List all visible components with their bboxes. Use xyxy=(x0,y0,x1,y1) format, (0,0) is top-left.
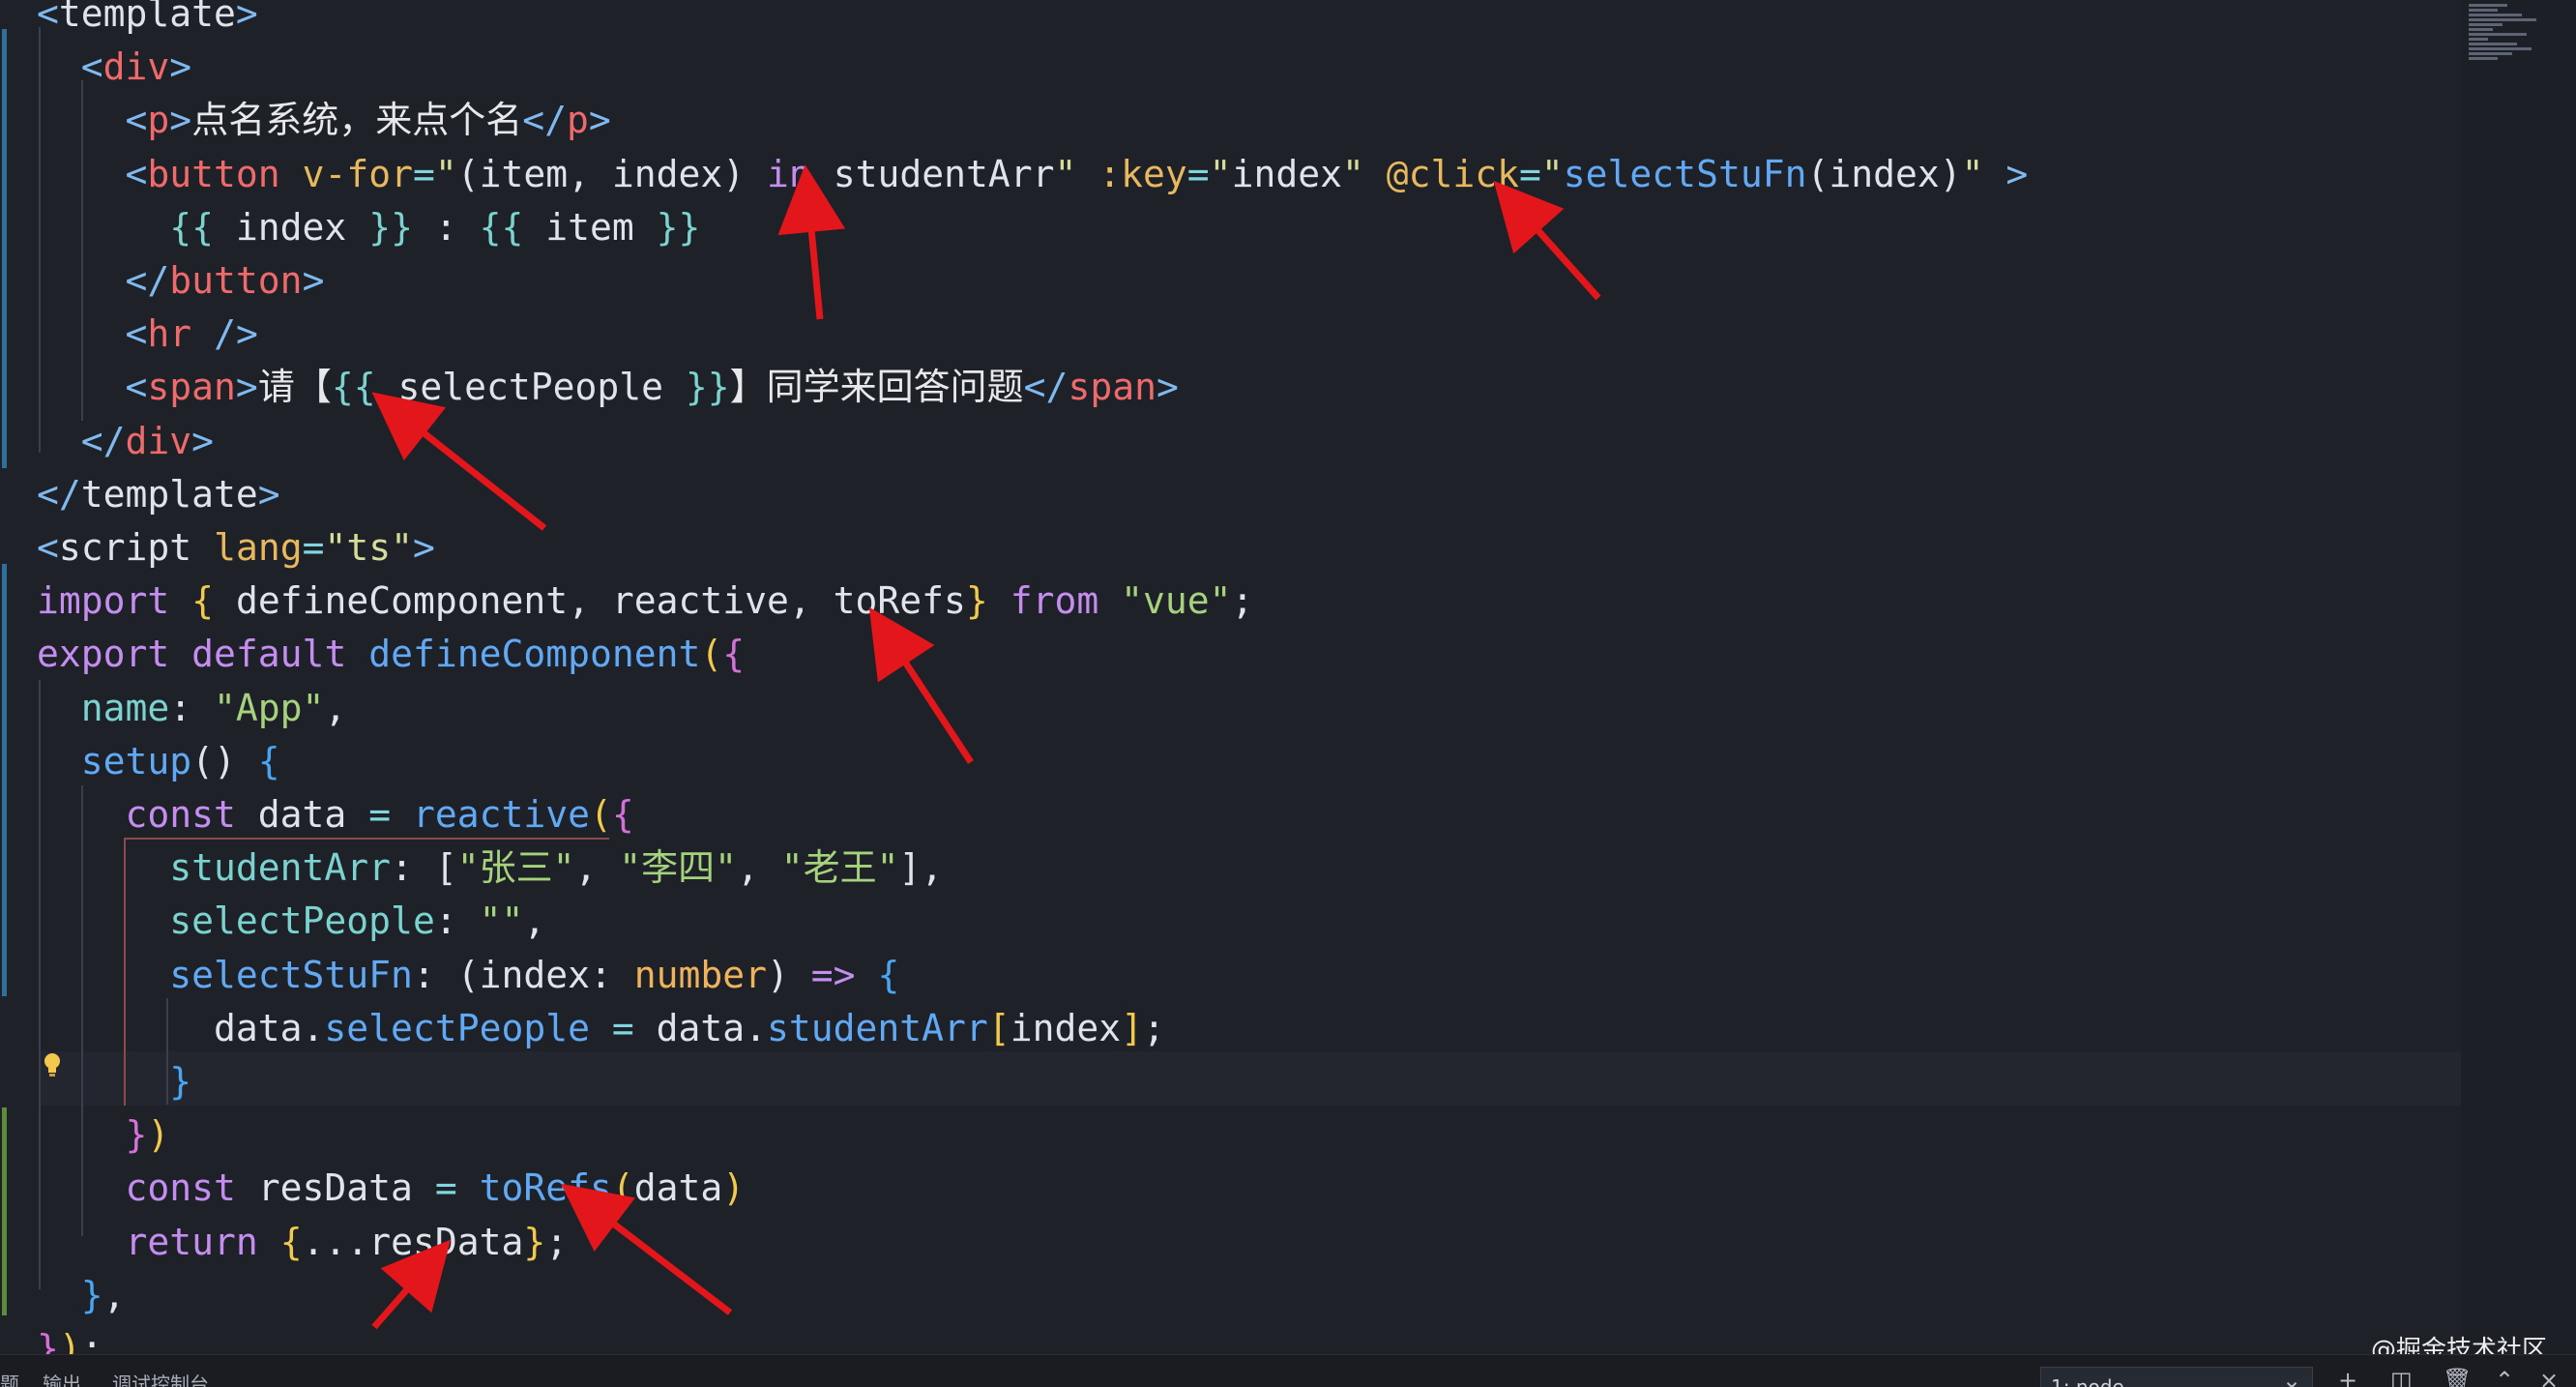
chevron-down-icon[interactable]: ⌄ xyxy=(2282,1369,2301,1387)
annotation-arrow xyxy=(777,164,846,320)
tab-debug-console[interactable]: 调试控制台 xyxy=(112,1374,209,1387)
annotation-arrow xyxy=(371,1239,452,1330)
annotation-arrow xyxy=(371,392,547,531)
trash-icon[interactable]: 🗑 xyxy=(2443,1369,2472,1387)
tab-output[interactable]: 输出 xyxy=(43,1374,81,1387)
annotation-arrow xyxy=(1493,180,1601,301)
bottom-panel-bar: 题 输出 调试控制台 1: node ⌄ + ◫ 🗑 ⌃ × xyxy=(0,1354,2576,1387)
split-icon[interactable]: ◫ xyxy=(2390,1369,2413,1387)
terminal-select[interactable]: 1: node xyxy=(2040,1367,2313,1387)
annotation-arrow xyxy=(868,606,974,764)
chevron-up-icon[interactable]: ⌃ xyxy=(2495,1369,2514,1387)
close-icon[interactable]: × xyxy=(2539,1369,2559,1387)
tab-problems[interactable]: 题 xyxy=(0,1374,19,1387)
annotation-arrows xyxy=(371,164,1601,1330)
add-icon[interactable]: + xyxy=(2338,1369,2357,1387)
annotation-arrow xyxy=(561,1183,733,1315)
terminal-select-value: 1: node xyxy=(2051,1375,2124,1387)
